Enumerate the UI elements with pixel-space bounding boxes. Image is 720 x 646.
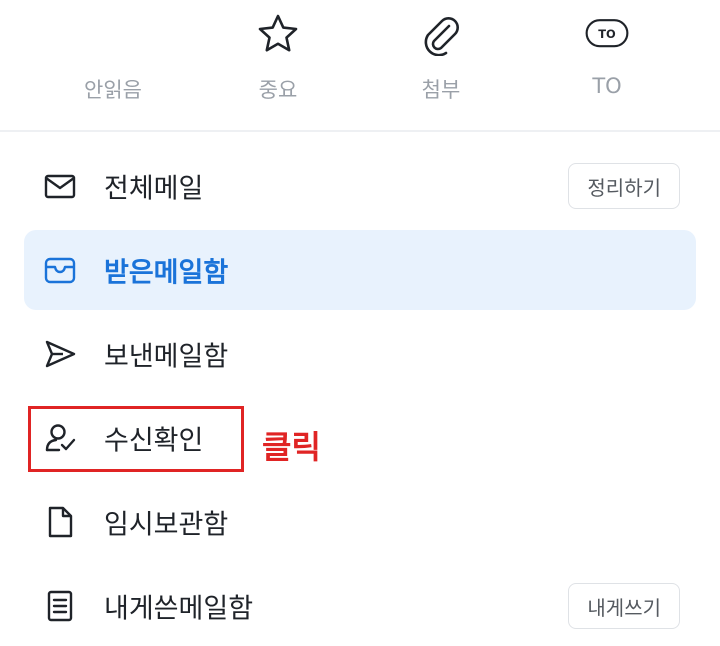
filter-to[interactable]: TO TO	[547, 0, 667, 130]
divider	[0, 130, 720, 132]
note-icon	[42, 588, 78, 624]
send-icon	[42, 336, 78, 372]
filter-unread[interactable]: 안읽음	[53, 0, 173, 130]
highlight-box	[28, 406, 244, 472]
filter-to-label: TO	[592, 74, 622, 98]
to-badge-text: TO	[598, 27, 616, 41]
organize-button[interactable]: 정리하기	[568, 163, 680, 209]
star-icon	[256, 12, 300, 56]
document-icon	[42, 504, 78, 540]
filter-important[interactable]: 중요	[218, 0, 338, 130]
menu-item-to-me[interactable]: 내게쓴메일함 내게쓰기	[24, 566, 696, 646]
filter-important-label: 중요	[258, 78, 298, 102]
write-to-me-button[interactable]: 내게쓰기	[568, 583, 680, 629]
menu-item-all-mail[interactable]: 전체메일 정리하기	[24, 146, 696, 226]
unread-icon	[91, 12, 135, 56]
menu-item-label: 내게쓴메일함	[104, 593, 254, 625]
menu-item-drafts[interactable]: 임시보관함	[24, 482, 696, 562]
menu-item-inbox[interactable]: 받은메일함	[24, 230, 696, 310]
filter-attachment-label: 첨부	[421, 78, 461, 102]
filter-unread-label: 안읽음	[84, 78, 142, 102]
click-annotation: 클릭	[262, 428, 321, 466]
paperclip-icon	[419, 12, 463, 56]
envelope-icon	[42, 168, 78, 204]
menu-item-sent[interactable]: 보낸메일함	[24, 314, 696, 394]
quick-filter-bar: 안읽음 중요 첨부 TO TO	[0, 0, 720, 130]
menu-item-label: 전체메일	[104, 173, 204, 205]
filter-attachment[interactable]: 첨부	[381, 0, 501, 130]
to-badge-icon: TO	[585, 12, 629, 56]
menu-item-label: 받은메일함	[104, 257, 229, 289]
inbox-icon	[42, 252, 78, 288]
menu-item-label: 임시보관함	[104, 509, 229, 541]
menu-item-label: 보낸메일함	[104, 341, 229, 373]
